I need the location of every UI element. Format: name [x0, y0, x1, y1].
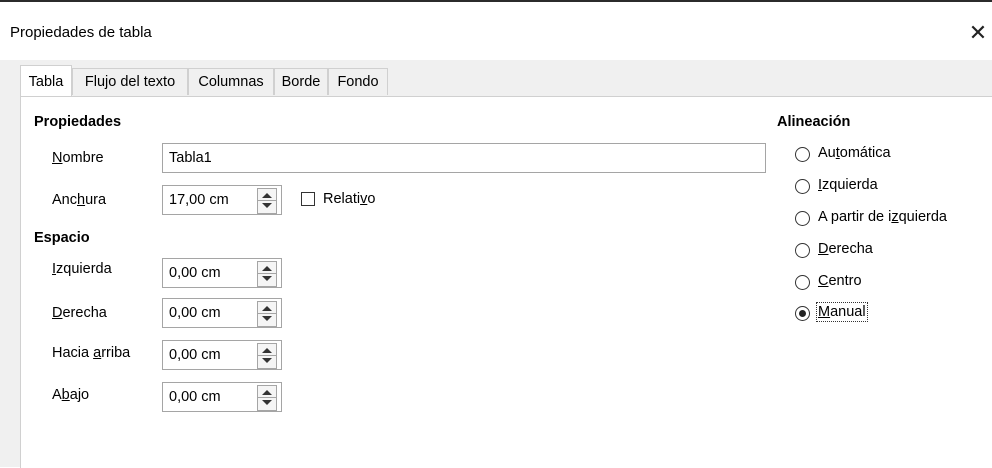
spacing-right-spinbox[interactable]: 0,00 cm [162, 298, 282, 328]
spin-up-icon[interactable] [262, 193, 272, 198]
spin-up-icon[interactable] [262, 348, 272, 353]
spacing-left-label: Izquierda [52, 261, 112, 277]
relative-checkbox[interactable] [301, 192, 315, 206]
spin-down-icon[interactable] [262, 400, 272, 405]
alignment-heading: Alineación [777, 114, 851, 130]
alignment-left-radio[interactable] [795, 179, 810, 194]
spin-up-icon[interactable] [262, 390, 272, 395]
spacing-left-value: 0,00 cm [169, 265, 221, 281]
close-icon[interactable]: ✕ [958, 16, 992, 50]
spacing-heading: Espacio [34, 230, 90, 246]
alignment-center-label[interactable]: Centro [818, 273, 862, 289]
spin-down-icon[interactable] [262, 203, 272, 208]
name-field[interactable]: Tabla1 [162, 143, 766, 173]
alignment-left-label[interactable]: Izquierda [818, 177, 878, 193]
width-value: 17,00 cm [169, 192, 229, 208]
radio-selected-icon [799, 310, 806, 317]
spacing-below-spinbox[interactable]: 0,00 cm [162, 382, 282, 412]
width-spinbox[interactable]: 17,00 cm [162, 185, 282, 215]
spacing-left-spinbox[interactable]: 0,00 cm [162, 258, 282, 288]
spin-up-icon[interactable] [262, 306, 272, 311]
width-spin-buttons[interactable] [257, 188, 277, 214]
title-bar: Propiedades de tabla ✕ [0, 2, 992, 60]
alignment-right-label[interactable]: Derecha [818, 241, 873, 257]
tab-flujo-del-texto[interactable]: Flujo del texto [72, 68, 188, 95]
name-label: Nombre [52, 150, 104, 166]
spacing-right-label: Derecha [52, 305, 107, 321]
alignment-manual-label[interactable]: Manual [816, 302, 868, 322]
spacing-above-value: 0,00 cm [169, 347, 221, 363]
tab-borde[interactable]: Borde [274, 68, 328, 95]
spacing-above-spinbox[interactable]: 0,00 cm [162, 340, 282, 370]
spacing-below-value: 0,00 cm [169, 389, 221, 405]
spin-down-icon[interactable] [262, 358, 272, 363]
alignment-from-left-label[interactable]: A partir de izquierda [818, 209, 947, 225]
spacing-right-spin-buttons[interactable] [257, 301, 277, 327]
alignment-right-radio[interactable] [795, 243, 810, 258]
alignment-center-radio[interactable] [795, 275, 810, 290]
dialog-title: Propiedades de tabla [10, 24, 152, 41]
spacing-below-spin-buttons[interactable] [257, 385, 277, 411]
relative-label[interactable]: Relativo [323, 191, 375, 207]
tab-fondo[interactable]: Fondo [328, 68, 388, 95]
tab-columnas[interactable]: Columnas [188, 68, 274, 95]
alignment-from-left-radio[interactable] [795, 211, 810, 226]
spacing-right-value: 0,00 cm [169, 305, 221, 321]
width-label: Anchura [52, 192, 107, 208]
alignment-manual-radio[interactable] [795, 306, 810, 321]
properties-heading: Propiedades [34, 114, 122, 130]
alignment-automatic-label[interactable]: Automática [818, 145, 891, 161]
spin-down-icon[interactable] [262, 276, 272, 281]
spin-down-icon[interactable] [262, 316, 272, 321]
spacing-left-spin-buttons[interactable] [257, 261, 277, 287]
spin-up-icon[interactable] [262, 266, 272, 271]
spacing-below-label: Abajo [52, 387, 90, 403]
spacing-above-label: Hacia arriba [52, 345, 131, 361]
spacing-above-spin-buttons[interactable] [257, 343, 277, 369]
tab-tabla[interactable]: Tabla [20, 65, 72, 96]
alignment-automatic-radio[interactable] [795, 147, 810, 162]
